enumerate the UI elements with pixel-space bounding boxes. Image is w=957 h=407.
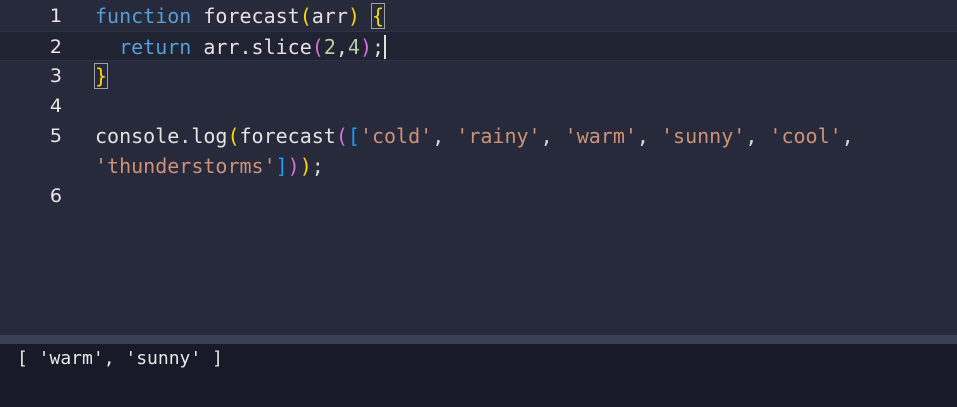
code-text-5[interactable]: console.log(forecast(['cold', 'rainy', '…: [95, 121, 854, 181]
number-4: 4: [347, 35, 360, 59]
log-method: log: [191, 124, 228, 148]
code-line-6[interactable]: 6: [0, 181, 957, 211]
forecast-call: forecast: [239, 124, 336, 148]
slice-call: arr.slice: [191, 35, 312, 59]
paren-open-1: (: [227, 124, 240, 148]
string-cool: 'cool': [769, 124, 842, 148]
paren-open-2: (: [335, 124, 348, 148]
string-warm: 'warm': [564, 124, 637, 148]
function-name: forecast: [203, 4, 300, 28]
comma: ,: [636, 124, 662, 148]
line-number-5: 5: [49, 125, 62, 147]
bracket-open: [: [347, 124, 360, 148]
string-cold: 'cold': [359, 124, 433, 148]
code-text-1[interactable]: function forecast(arr) {: [95, 1, 386, 31]
text-cursor: [384, 35, 386, 59]
paren-open: (: [299, 4, 312, 28]
paren-close: ): [359, 35, 372, 59]
keyword-return: return: [119, 35, 192, 59]
code-line-4[interactable]: 4: [0, 91, 957, 121]
number-2: 2: [323, 35, 336, 59]
code-line-2[interactable]: 2 return arr.slice(2,4);: [0, 31, 957, 61]
string-rainy: 'rainy': [456, 124, 541, 148]
console-panel[interactable]: [ 'warm', 'sunny' ]: [0, 344, 957, 407]
brace-open: {: [370, 3, 386, 29]
brace-close: }: [93, 63, 109, 89]
bracket-close: ]: [275, 154, 288, 178]
line-number-3: 3: [49, 65, 62, 87]
comma: ,: [745, 124, 770, 148]
paren-close-1: ): [299, 154, 312, 178]
paren-close-2: ): [287, 154, 300, 178]
semicolon: ;: [372, 35, 385, 59]
console-object: console: [95, 124, 180, 148]
code-line-3[interactable]: 3 }: [0, 61, 957, 91]
code-line-5[interactable]: 5 console.log(forecast(['cold', 'rainy',…: [0, 121, 957, 181]
paren-open: (: [311, 35, 324, 59]
code-text-3[interactable]: }: [93, 61, 109, 91]
line-number-1: 1: [49, 5, 62, 27]
console-output: [ 'warm', 'sunny' ]: [17, 348, 223, 369]
param-name: arr: [311, 4, 348, 28]
paren-close: ): [347, 4, 360, 28]
comma: ,: [432, 124, 457, 148]
line-number-6: 6: [49, 185, 62, 207]
string-thunderstorms: 'thunderstorms': [95, 154, 276, 178]
comma: ,: [540, 124, 565, 148]
line-number-4: 4: [49, 95, 62, 117]
code-text-2[interactable]: return arr.slice(2,4);: [95, 32, 386, 62]
keyword-function: function: [95, 4, 192, 28]
string-sunny: 'sunny': [661, 124, 746, 148]
panel-resize-handle[interactable]: [0, 335, 957, 344]
code-line-1[interactable]: 1 function forecast(arr) {: [0, 1, 957, 31]
dot: .: [179, 124, 192, 148]
semicolon: ;: [311, 154, 324, 178]
line-number-2: 2: [49, 36, 62, 58]
code-editor[interactable]: 1 function forecast(arr) { 2 return arr.…: [0, 0, 957, 335]
comma: ,: [841, 124, 854, 148]
comma: ,: [335, 35, 348, 59]
